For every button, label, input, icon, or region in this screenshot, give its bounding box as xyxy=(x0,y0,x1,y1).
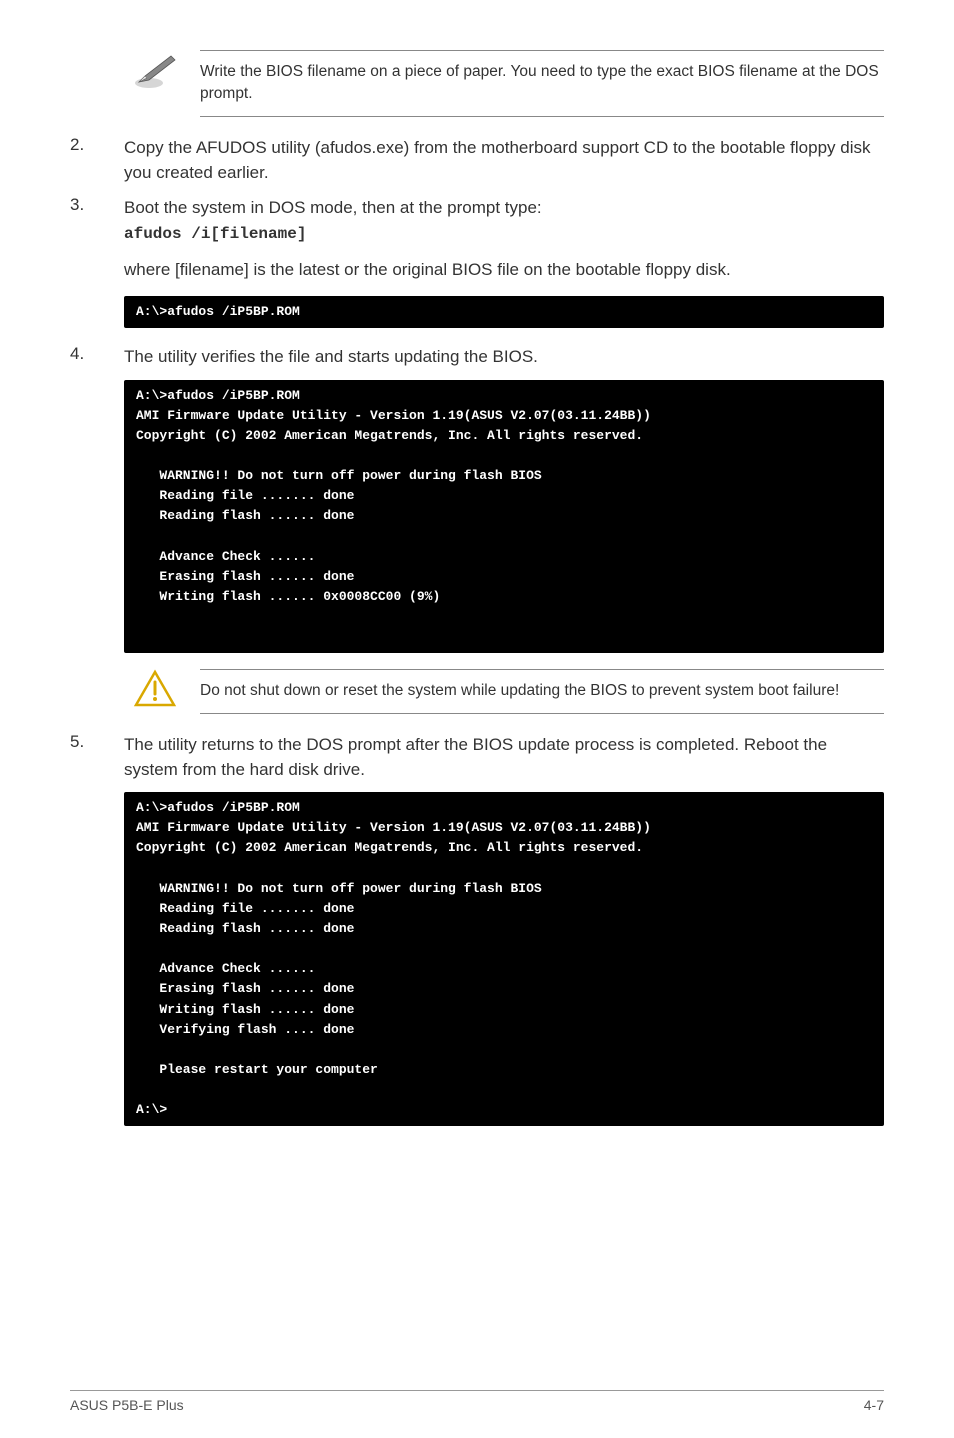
step-text: Copy the AFUDOS utility (afudos.exe) fro… xyxy=(124,135,884,185)
step-text: The utility returns to the DOS prompt af… xyxy=(124,732,884,782)
step-number: 2. xyxy=(70,135,106,155)
step-3: 3. Boot the system in DOS mode, then at … xyxy=(70,195,884,247)
page-footer: ASUS P5B-E Plus 4-7 xyxy=(70,1390,884,1413)
step-5: 5. The utility returns to the DOS prompt… xyxy=(70,732,884,782)
step-3-command: afudos /i[filename] xyxy=(124,225,306,243)
terminal-output-2: A:\>afudos /iP5BP.ROM AMI Firmware Updat… xyxy=(124,380,884,654)
step-4: 4. The utility verifies the file and sta… xyxy=(70,344,884,369)
pencil-icon xyxy=(130,50,180,90)
terminal-output-1: A:\>afudos /iP5BP.ROM xyxy=(124,296,884,328)
note-warning: Do not shut down or reset the system whi… xyxy=(130,669,884,713)
step-number: 5. xyxy=(70,732,106,752)
step-number: 4. xyxy=(70,344,106,364)
note-write-filename: Write the BIOS filename on a piece of pa… xyxy=(130,50,884,117)
note-text: Do not shut down or reset the system whi… xyxy=(200,669,884,713)
step-3-text: Boot the system in DOS mode, then at the… xyxy=(124,198,542,217)
step-2: 2. Copy the AFUDOS utility (afudos.exe) … xyxy=(70,135,884,185)
step-text: Boot the system in DOS mode, then at the… xyxy=(124,195,884,247)
footer-left: ASUS P5B-E Plus xyxy=(70,1397,184,1413)
step-number: 3. xyxy=(70,195,106,215)
note-text: Write the BIOS filename on a piece of pa… xyxy=(200,50,884,117)
step-3-sub: where [filename] is the latest or the or… xyxy=(124,257,884,282)
terminal-output-3: A:\>afudos /iP5BP.ROM AMI Firmware Updat… xyxy=(124,792,884,1126)
step-text: The utility verifies the file and starts… xyxy=(124,344,884,369)
footer-right: 4-7 xyxy=(864,1397,884,1413)
warning-icon xyxy=(130,669,180,709)
